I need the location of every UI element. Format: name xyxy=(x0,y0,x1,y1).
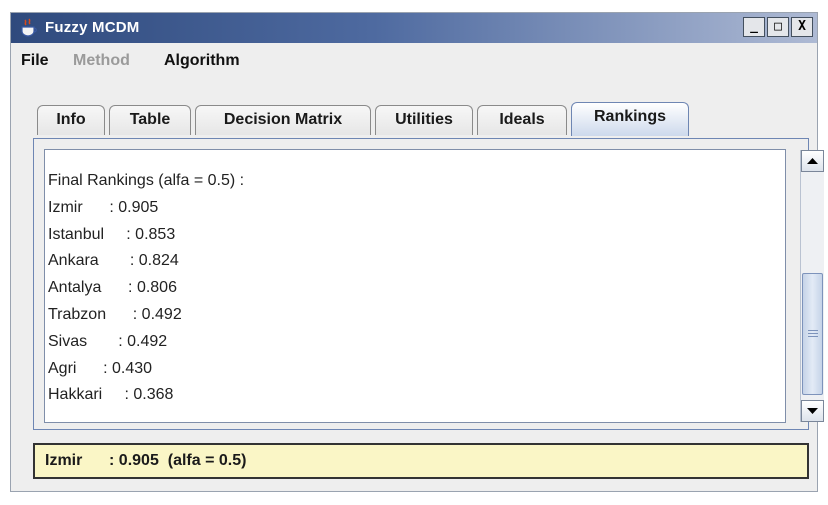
rankings-text: Final Rankings (alfa = 0.5) : Izmir : 0.… xyxy=(48,168,244,409)
scroll-down-button[interactable] xyxy=(801,400,824,422)
ranking-row-value: 0.492 xyxy=(141,305,182,323)
ranking-row-value: 0.905 xyxy=(118,198,159,216)
tab-info[interactable]: Info xyxy=(37,105,105,135)
java-coffee-cup-icon xyxy=(21,18,37,37)
ranking-row-value: 0.853 xyxy=(135,225,176,243)
maximize-button[interactable]: □ xyxy=(767,17,789,37)
arrow-down-icon xyxy=(807,408,818,414)
tab-rankings[interactable]: Rankings xyxy=(571,102,689,136)
ranking-row-city: Hakkari xyxy=(48,386,103,404)
thumb-grip-line xyxy=(808,330,818,331)
minimize-button[interactable]: _ xyxy=(743,17,765,37)
menu-algorithm[interactable]: Algorithm xyxy=(164,52,240,70)
ranking-row-sep: : xyxy=(102,386,134,404)
ranking-row-city: Izmir xyxy=(48,198,83,216)
ranking-row-sep: : xyxy=(76,359,113,377)
window-controls: _ □ X xyxy=(743,17,813,37)
status-text: Izmir : 0.905 (alfa = 0.5) xyxy=(45,452,246,470)
ranking-row-sep: : xyxy=(87,332,128,350)
rankings-heading: Final Rankings (alfa = 0.5) : xyxy=(48,172,245,189)
menu-method: Method xyxy=(73,52,130,69)
tab-table[interactable]: Table xyxy=(109,105,191,135)
title-bar[interactable]: Fuzzy MCDM _ □ X xyxy=(11,13,817,43)
arrow-up-icon xyxy=(807,158,818,164)
ranking-row-city: Sivas xyxy=(48,332,88,350)
ranking-row-city: Antalya xyxy=(48,279,102,297)
scroll-up-button[interactable] xyxy=(801,150,824,172)
tab-decision-matrix[interactable]: Decision Matrix xyxy=(195,105,371,135)
ranking-row-sep: : xyxy=(101,279,137,297)
ranking-row-city: Agri xyxy=(48,359,77,377)
ranking-row-sep: : xyxy=(106,305,142,323)
ranking-row-city: Trabzon xyxy=(48,305,107,323)
vertical-scrollbar[interactable] xyxy=(800,150,824,422)
ranking-row-sep: : xyxy=(98,252,139,270)
menu-bar: File Method Algorithm xyxy=(11,44,817,74)
rankings-text-area[interactable]: Final Rankings (alfa = 0.5) : Izmir : 0.… xyxy=(44,149,786,423)
tab-utilities[interactable]: Utilities xyxy=(375,105,473,135)
scrollbar-thumb[interactable] xyxy=(802,273,823,395)
tab-ideals[interactable]: Ideals xyxy=(477,105,567,135)
ranking-row-city: Ankara xyxy=(48,252,99,270)
ranking-row-sep: : xyxy=(82,198,119,216)
ranking-row-sep: : xyxy=(104,225,136,243)
close-button[interactable]: X xyxy=(791,17,813,37)
menu-file[interactable]: File xyxy=(21,52,49,70)
ranking-row-value: 0.430 xyxy=(112,359,153,377)
ranking-row-value: 0.368 xyxy=(133,386,174,404)
app-window: Fuzzy MCDM _ □ X File Method Algorithm I… xyxy=(10,12,824,492)
window-title: Fuzzy MCDM xyxy=(45,19,140,36)
status-sep: : xyxy=(82,452,119,469)
status-value: 0.905 xyxy=(118,452,159,469)
ranking-row-city: Istanbul xyxy=(48,225,105,243)
status-note: (alfa = 0.5) xyxy=(158,452,247,469)
result-status-bar: Izmir : 0.905 (alfa = 0.5) xyxy=(33,443,809,479)
ranking-row-value: 0.492 xyxy=(127,332,168,350)
ranking-row-value: 0.806 xyxy=(136,279,177,297)
ranking-row-value: 0.824 xyxy=(138,252,179,270)
status-city: Izmir xyxy=(45,452,83,469)
rankings-panel: Final Rankings (alfa = 0.5) : Izmir : 0.… xyxy=(33,138,824,430)
thumb-grip-line xyxy=(808,333,818,334)
thumb-grip-line xyxy=(808,336,818,337)
